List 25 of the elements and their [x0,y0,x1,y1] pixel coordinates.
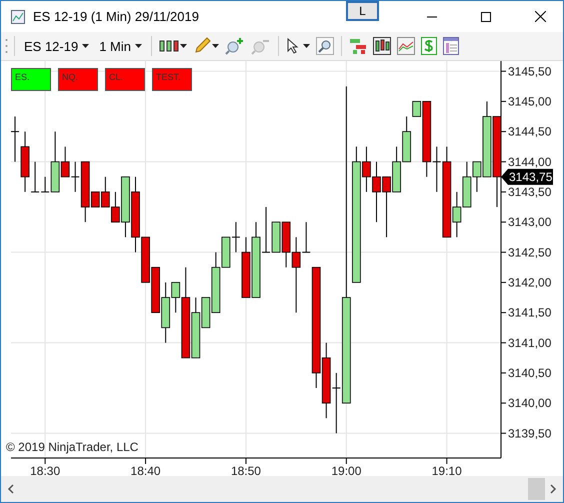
axis-label: 3143,50 [508,184,552,199]
price-tag: 3143,75 [501,168,553,185]
axis-label: 19:10 [432,464,462,476]
axis-label: 3141,50 [508,306,552,320]
axis-label: 3145,00 [508,94,552,108]
axis-label: 18:50 [230,464,261,476]
axis-label: 3141,00 [508,336,552,350]
axis-label: 3142,00 [508,275,552,290]
axis-label: 18:30 [30,464,60,476]
axis-label: 19:00 [331,464,362,476]
window-title: ES 12-19 (1 Min) 29/11/2019 [33,9,200,24]
copyright-text: © 2019 NinjaTrader, LLC [6,440,138,454]
axis-label: 3140,50 [508,366,552,380]
axis-label: 18:40 [130,464,161,476]
chart-button[interactable]: ES. [11,68,51,91]
interval-dropdown[interactable]: 1 Min [96,36,145,56]
axis-label: 3144,50 [508,124,552,139]
axis-label: 3143,00 [508,215,552,230]
axis-label: 3145,50 [508,64,552,78]
axis-label: 3139,50 [508,426,552,440]
instrument-dropdown[interactable]: ES 12-19 [21,36,92,56]
axis-label: 3144,00 [508,154,552,169]
axis-label: 3140,00 [508,396,552,410]
layout-button[interactable]: L [346,1,379,21]
axis-label: 3142,50 [508,245,552,260]
